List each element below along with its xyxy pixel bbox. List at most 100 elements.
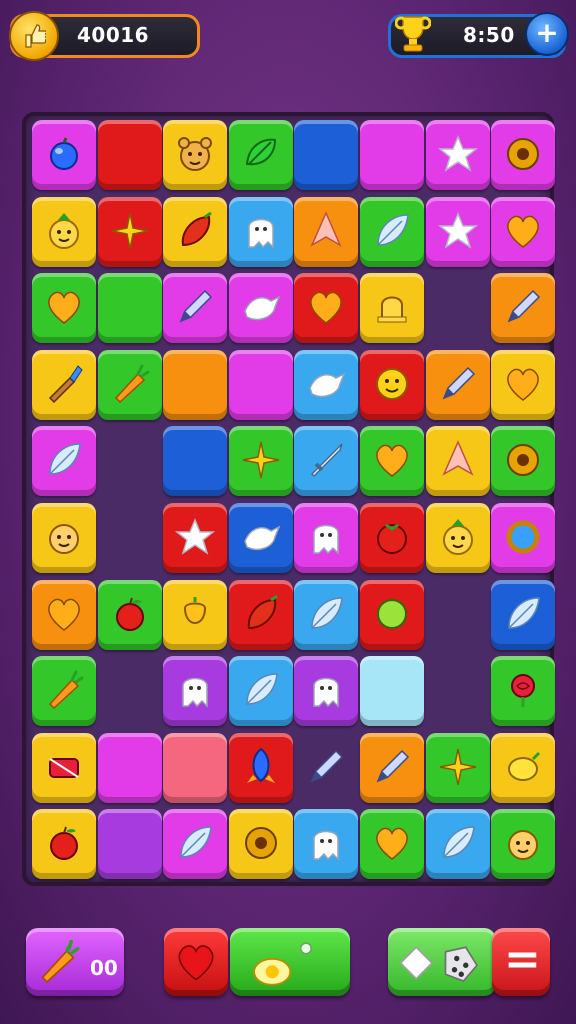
board-tile[interactable] bbox=[425, 426, 490, 497]
board-tile[interactable] bbox=[294, 196, 359, 267]
board-tile[interactable] bbox=[32, 732, 96, 803]
board-tile[interactable] bbox=[425, 349, 490, 420]
board-tile[interactable] bbox=[360, 503, 424, 573]
candy-icon bbox=[49, 757, 79, 778]
menu-button[interactable]: = bbox=[492, 928, 550, 996]
board-tile[interactable] bbox=[97, 579, 162, 650]
board-tile[interactable] bbox=[491, 579, 556, 650]
board-tile[interactable] bbox=[425, 120, 490, 190]
add-time-button[interactable]: + bbox=[525, 12, 569, 56]
board-tile[interactable] bbox=[491, 809, 556, 880]
board-tile[interactable] bbox=[163, 732, 228, 803]
board-tile[interactable] bbox=[360, 809, 424, 880]
board-tile[interactable] bbox=[228, 349, 293, 420]
thumb-up-icon bbox=[25, 24, 46, 48]
board-tile[interactable] bbox=[491, 426, 556, 497]
dice-booster-button[interactable] bbox=[388, 928, 496, 996]
board-tile[interactable] bbox=[294, 273, 359, 344]
star-icon bbox=[175, 518, 216, 555]
sparkle-icon bbox=[111, 212, 148, 249]
board-tile[interactable] bbox=[360, 349, 424, 420]
board-tile[interactable] bbox=[97, 732, 162, 803]
board-tile[interactable] bbox=[360, 120, 424, 190]
board-tile[interactable] bbox=[97, 809, 162, 880]
board-tile[interactable] bbox=[228, 196, 293, 267]
board-tile[interactable] bbox=[360, 196, 424, 267]
board-tile[interactable] bbox=[491, 503, 556, 573]
board-tile[interactable] bbox=[163, 809, 228, 880]
egg-booster-button[interactable] bbox=[230, 928, 350, 996]
board-tile[interactable] bbox=[425, 196, 490, 267]
board-tile[interactable] bbox=[97, 120, 162, 190]
board-tile[interactable] bbox=[294, 809, 359, 880]
heart-icon bbox=[507, 215, 539, 248]
heart-booster-button[interactable] bbox=[164, 928, 228, 996]
pineapple-face-icon bbox=[442, 519, 473, 555]
board-tile[interactable] bbox=[228, 732, 293, 803]
board-tile[interactable] bbox=[228, 656, 293, 727]
board-tile[interactable] bbox=[491, 120, 556, 190]
board-tile[interactable] bbox=[228, 120, 293, 190]
board-tile[interactable] bbox=[163, 656, 228, 727]
booster-count: 00 bbox=[90, 956, 118, 980]
board-tile[interactable] bbox=[360, 579, 424, 650]
board-tile[interactable] bbox=[32, 809, 96, 880]
board-tile[interactable] bbox=[491, 656, 556, 727]
board-tile[interactable] bbox=[163, 503, 228, 573]
board-tile[interactable] bbox=[97, 273, 162, 344]
carrot-booster-button[interactable]: 00 bbox=[26, 928, 124, 996]
board-tile[interactable] bbox=[32, 656, 96, 727]
board-tile[interactable] bbox=[163, 120, 228, 190]
carrot-icon bbox=[41, 940, 80, 983]
board-tile[interactable] bbox=[32, 579, 96, 650]
ghost-icon bbox=[248, 218, 274, 249]
board-tile[interactable] bbox=[491, 196, 556, 267]
pencil-icon bbox=[179, 290, 213, 323]
board-tile[interactable] bbox=[294, 426, 359, 497]
board-tile[interactable] bbox=[32, 503, 96, 573]
board-tile[interactable] bbox=[294, 579, 359, 650]
board-tile[interactable] bbox=[97, 196, 162, 267]
board-tile[interactable] bbox=[163, 196, 228, 267]
board-tile[interactable] bbox=[425, 503, 490, 573]
board-tile[interactable] bbox=[163, 426, 228, 497]
board-tile[interactable] bbox=[294, 503, 359, 573]
heart-icon bbox=[310, 291, 343, 325]
board-tile[interactable] bbox=[228, 503, 293, 573]
dice-icon bbox=[399, 946, 479, 982]
board-tile[interactable] bbox=[360, 732, 424, 803]
board-tile[interactable] bbox=[228, 426, 293, 497]
board-tile[interactable] bbox=[32, 120, 96, 190]
timer-value: 8:50 bbox=[463, 23, 515, 47]
board-tile[interactable] bbox=[425, 809, 490, 880]
board-tile[interactable] bbox=[228, 273, 293, 344]
board-tile[interactable] bbox=[97, 349, 162, 420]
rocket-icon bbox=[246, 747, 275, 783]
board-tile[interactable] bbox=[491, 349, 556, 420]
board-tile[interactable] bbox=[360, 426, 424, 497]
board-tile[interactable] bbox=[491, 732, 556, 803]
board-tile[interactable] bbox=[491, 273, 556, 344]
board-tile[interactable] bbox=[294, 733, 358, 803]
board-tile[interactable] bbox=[360, 656, 424, 727]
board-tile[interactable] bbox=[360, 273, 424, 344]
board-tile[interactable] bbox=[32, 426, 96, 497]
star-icon bbox=[437, 135, 478, 172]
board-tile[interactable] bbox=[294, 656, 359, 727]
feather-icon bbox=[246, 673, 278, 705]
arrow-icon bbox=[441, 440, 474, 477]
board-tile[interactable] bbox=[294, 120, 359, 190]
board-tile[interactable] bbox=[163, 349, 228, 420]
board-tile[interactable] bbox=[163, 273, 228, 344]
apple-icon bbox=[50, 827, 78, 861]
board-tile[interactable] bbox=[32, 273, 96, 344]
board-tile[interactable] bbox=[228, 809, 293, 880]
board-tile[interactable] bbox=[294, 349, 359, 420]
blueberry-icon bbox=[50, 137, 78, 170]
board-tile[interactable] bbox=[228, 579, 293, 650]
pencil-icon bbox=[507, 290, 541, 323]
board-tile[interactable] bbox=[425, 732, 490, 803]
board-tile[interactable] bbox=[32, 196, 96, 267]
board-tile[interactable] bbox=[163, 579, 228, 650]
board-tile[interactable] bbox=[32, 349, 96, 420]
